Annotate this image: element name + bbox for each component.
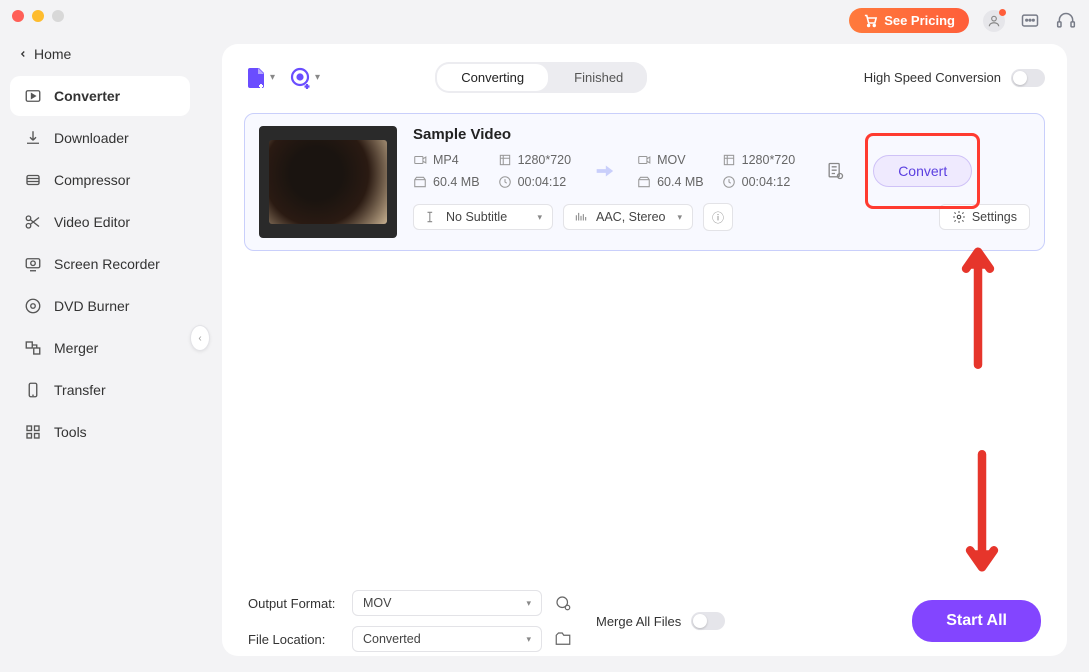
file-title: Sample Video [413,126,1030,143]
merge-all-toggle[interactable] [691,612,725,630]
subtitle-icon [424,210,438,224]
disc-icon [24,297,42,315]
open-folder-icon[interactable] [552,628,574,650]
src-duration: 00:04:12 [498,175,572,189]
chevron-left-icon [18,49,28,59]
recorder-icon [24,255,42,273]
src-resolution: 1280*720 [498,153,572,167]
start-all-button[interactable]: Start All [912,600,1041,642]
arrow-right-icon [589,160,619,182]
sidebar-item-compressor[interactable]: Compressor [10,160,190,200]
sidebar-item-dvd-burner[interactable]: DVD Burner [10,286,190,326]
sidebar-item-label: Downloader [54,130,129,146]
subtitle-dropdown[interactable]: No Subtitle ▾ [413,204,553,230]
main-area: ▾ ▾ Converting Finished High Speed Conve… [200,0,1089,672]
info-button[interactable]: ⓘ [703,203,733,231]
minimize-window-icon[interactable] [32,10,44,22]
sidebar-item-transfer[interactable]: Transfer [10,370,190,410]
dst-format: MOV [637,153,704,167]
tab-finished[interactable]: Finished [550,62,647,93]
edit-output-icon[interactable] [825,161,845,181]
settings-icon [952,210,966,224]
window-controls[interactable] [12,10,64,22]
audio-icon [574,210,588,224]
sidebar-item-label: Tools [54,424,87,440]
sidebar-item-label: Converter [54,88,120,104]
chevron-down-icon: ▾ [315,72,320,83]
collapse-sidebar-button[interactable]: ‹ [190,325,210,351]
file-location-label: File Location: [248,632,342,647]
sidebar-item-merger[interactable]: Merger [10,328,190,368]
add-disc-button[interactable]: ▾ [289,66,320,90]
home-link[interactable]: Home [0,40,200,76]
account-icon[interactable] [983,10,1005,32]
converter-icon [24,87,42,105]
info-icon: ⓘ [712,209,724,226]
merge-all-row: Merge All Files [596,612,725,630]
add-disc-icon [289,66,313,90]
see-pricing-button[interactable]: See Pricing [849,8,969,33]
sidebar-item-label: Video Editor [54,214,130,230]
high-speed-toggle[interactable] [1011,69,1045,87]
high-speed-toggle-row: High Speed Conversion [864,69,1045,87]
src-size: 60.4 MB [413,175,480,189]
dst-size: 60.4 MB [637,175,704,189]
sidebar-item-screen-recorder[interactable]: Screen Recorder [10,244,190,284]
feedback-icon[interactable] [1019,10,1041,32]
sidebar-item-label: Screen Recorder [54,256,160,272]
tab-converting[interactable]: Converting [437,64,548,91]
close-window-icon[interactable] [12,10,24,22]
cart-icon [863,13,878,28]
add-file-button[interactable]: ▾ [244,66,275,90]
file-item[interactable]: Sample Video MP4 1280*720 60.4 MB 00:04:… [244,113,1045,251]
footer-bar: Output Format: MOV▾ File Location: Conve… [244,576,1045,656]
maximize-window-icon[interactable] [52,10,64,22]
merger-icon [24,339,42,357]
chevron-down-icon: ▾ [270,72,275,83]
sidebar-item-label: Compressor [54,172,130,188]
dst-resolution: 1280*720 [722,153,796,167]
sidebar-item-label: Merger [54,340,98,356]
sidebar-item-converter[interactable]: Converter [10,76,190,116]
output-settings-icon[interactable] [552,592,574,614]
output-format-dropdown[interactable]: MOV▾ [352,590,542,616]
tab-switcher: Converting Finished [435,62,647,93]
add-file-icon [244,66,268,90]
dst-duration: 00:04:12 [722,175,796,189]
sidebar-item-downloader[interactable]: Downloader [10,118,190,158]
high-speed-label: High Speed Conversion [864,70,1001,85]
output-format-label: Output Format: [248,596,342,611]
transfer-icon [24,381,42,399]
sidebar-item-label: DVD Burner [54,298,129,314]
sidebar-item-label: Transfer [54,382,106,398]
grid-icon [24,423,42,441]
audio-value: AAC, Stereo [596,210,665,224]
subtitle-value: No Subtitle [446,210,507,224]
compressor-icon [24,171,42,189]
support-icon[interactable] [1055,10,1077,32]
convert-button[interactable]: Convert [873,155,972,187]
sidebar: Home Converter Downloader Compressor Vid… [0,0,200,672]
settings-button[interactable]: Settings [939,204,1030,230]
file-location-dropdown[interactable]: Converted▾ [352,626,542,652]
sidebar-item-video-editor[interactable]: Video Editor [10,202,190,242]
home-label: Home [34,46,71,62]
downloader-icon [24,129,42,147]
audio-dropdown[interactable]: AAC, Stereo ▾ [563,204,693,230]
src-format: MP4 [413,153,480,167]
see-pricing-label: See Pricing [884,13,955,28]
video-thumbnail[interactable] [259,126,397,238]
merge-all-label: Merge All Files [596,614,681,629]
settings-label: Settings [972,210,1017,224]
sidebar-item-tools[interactable]: Tools [10,412,190,452]
scissors-icon [24,213,42,231]
